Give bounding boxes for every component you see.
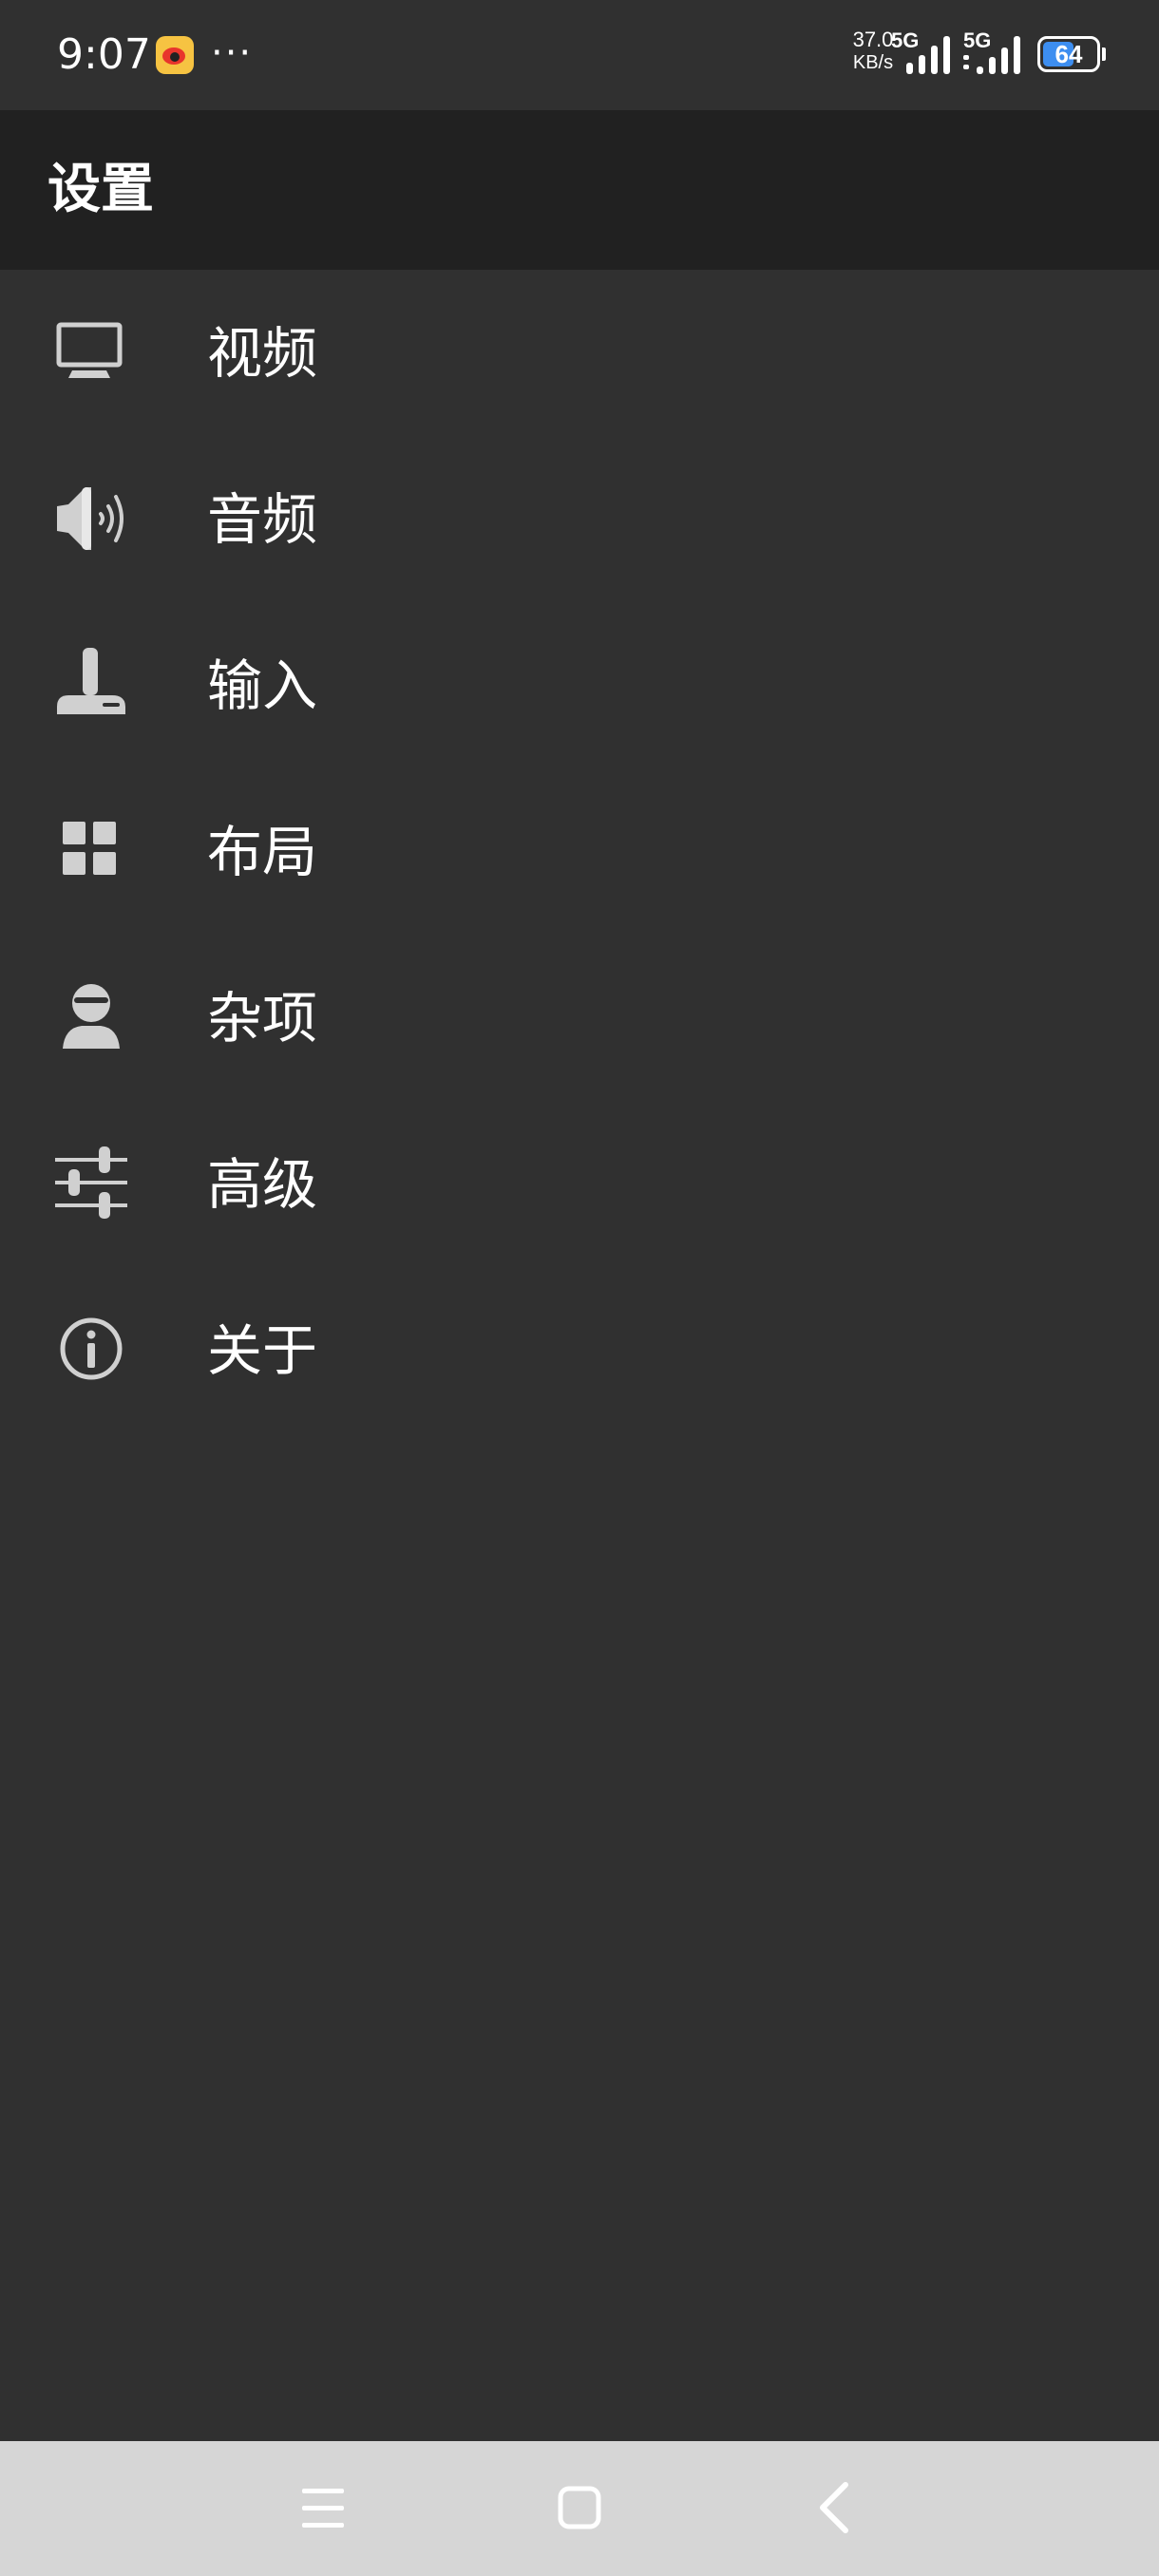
settings-item-about[interactable]: 关于 [0,1267,1159,1433]
speaker-icon [57,487,124,550]
settings-item-misc[interactable]: 杂项 [0,935,1159,1101]
user-icon [63,984,120,1049]
app-toolbar: 设置 [0,110,1159,270]
back-icon[interactable] [798,2470,874,2546]
settings-item-input[interactable]: 输入 [0,602,1159,768]
network-speed-unit: KB/s [852,52,894,73]
settings-item-video[interactable]: 视频 [0,270,1159,436]
settings-item-label: 杂项 [207,986,318,1051]
more-notifications-icon: ··· [211,31,254,75]
sim2-signal-icon [963,36,1020,74]
sliders-icon [55,1146,127,1219]
info-icon [60,1317,123,1380]
weibo-app-icon [156,36,194,74]
settings-item-label: 关于 [207,1318,318,1383]
settings-item-label: 布局 [207,820,318,884]
battery-tip [1102,47,1106,61]
joystick-icon [57,648,125,714]
page-title: 设置 [48,159,154,220]
settings-item-label: 高级 [207,1152,318,1217]
system-nav-bar [0,2441,1159,2576]
grid-icon [63,822,116,875]
status-bar: 9:07 ··· 37.0 KB/s 5G 5G 64 [0,0,1159,110]
battery-percent: 64 [1054,40,1083,68]
settings-item-layout[interactable]: 布局 [0,768,1159,935]
monitor-icon [56,322,123,378]
settings-item-label: 音频 [207,487,318,552]
settings-item-advanced[interactable]: 高级 [0,1101,1159,1267]
settings-list: 视频 音频 输入 布局 杂项 高级 关于 [0,270,1159,1433]
status-time: 9:07 [57,30,151,79]
sim1-signal-icon [906,36,950,74]
settings-item-audio[interactable]: 音频 [0,436,1159,602]
recents-menu-icon[interactable] [285,2470,361,2546]
settings-item-label: 视频 [207,321,318,386]
settings-screen: 9:07 ··· 37.0 KB/s 5G 5G 64 设置 视频 音频 输入 … [0,0,1159,2576]
battery-icon: 64 [1037,36,1100,72]
settings-item-label: 输入 [207,653,318,718]
home-icon[interactable] [542,2470,618,2546]
